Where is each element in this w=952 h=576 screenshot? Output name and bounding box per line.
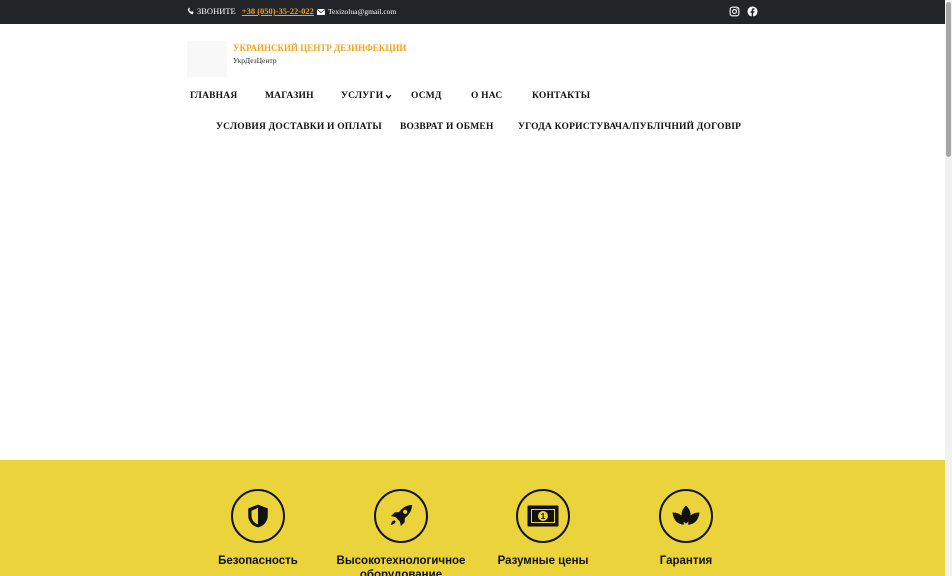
envelope-icon (317, 8, 325, 15)
facebook-icon[interactable] (747, 6, 758, 17)
phone-contact: ЗВОНИТЕ +38 (050)-35-22-022 (187, 6, 314, 16)
email-text: Texizolua@gmail.com (328, 7, 397, 16)
lotus-icon (672, 505, 700, 525)
svg-text:1: 1 (541, 511, 546, 521)
feature-guarantee: Гарантия (616, 489, 756, 568)
nav-item-services[interactable]: УСЛУГИ (341, 91, 383, 101)
feature-title: Гарантия (659, 555, 713, 567)
email-contact[interactable]: Texizolua@gmail.com (317, 7, 396, 16)
phone-number-link[interactable]: +38 (050)-35-22-022 (242, 6, 314, 16)
rocket-icon (390, 504, 413, 527)
money-icon: 1 (527, 505, 559, 527)
instagram-icon[interactable] (729, 6, 740, 17)
feature-prices: 1 Разумные цены (473, 489, 613, 568)
feature-icon-circle (659, 489, 713, 543)
feature-title: Безопасность (218, 555, 298, 567)
page-scrollbar[interactable] (945, 0, 952, 576)
feature-icon-circle (374, 489, 428, 543)
nav-item-user-agreement[interactable]: УГОДА КОРИСТУВАЧА/ПУБЛІЧНИЙ ДОГОВІР (518, 122, 741, 132)
feature-equipment: Высокотехнологичное оборудование (331, 489, 471, 576)
scrollbar-thumb[interactable] (946, 2, 951, 157)
nav-item-returns[interactable]: ВОЗВРАТ И ОБМЕН (400, 122, 494, 132)
feature-safety: Безопасность (188, 489, 328, 568)
nav-item-shop[interactable]: МАГАЗИН (265, 91, 314, 101)
feature-icon-circle: 1 (516, 489, 570, 543)
feature-title: Высокотехнологичное оборудование (336, 555, 466, 576)
top-bar: ЗВОНИТЕ +38 (050)-35-22-022 Texizolua@gm… (0, 0, 945, 24)
nav-item-contacts[interactable]: КОНТАКТЫ (532, 91, 590, 101)
feature-icon-circle (231, 489, 285, 543)
shield-icon (248, 504, 268, 528)
site-logo[interactable] (187, 41, 227, 77)
chevron-down-icon[interactable] (385, 93, 392, 100)
features-band: Безопасность Высокотехнологичное оборудо… (0, 460, 945, 576)
feature-title: Разумные цены (497, 555, 589, 567)
nav-item-osmd[interactable]: ОСМД (411, 91, 442, 101)
nav-item-about[interactable]: О НАС (471, 91, 502, 101)
nav-item-home[interactable]: ГЛАВНАЯ (190, 91, 237, 101)
nav-item-delivery[interactable]: УСЛОВИЯ ДОСТАВКИ И ОПЛАТЫ (216, 122, 382, 132)
site-tagline: УкрДезЦентр (233, 56, 277, 65)
site-title[interactable]: УКРАИНСКИЙ ЦЕНТР ДЕЗИНФЕКЦИИ (233, 43, 406, 53)
phone-icon (187, 7, 194, 15)
phone-label: ЗВОНИТЕ (197, 6, 236, 16)
